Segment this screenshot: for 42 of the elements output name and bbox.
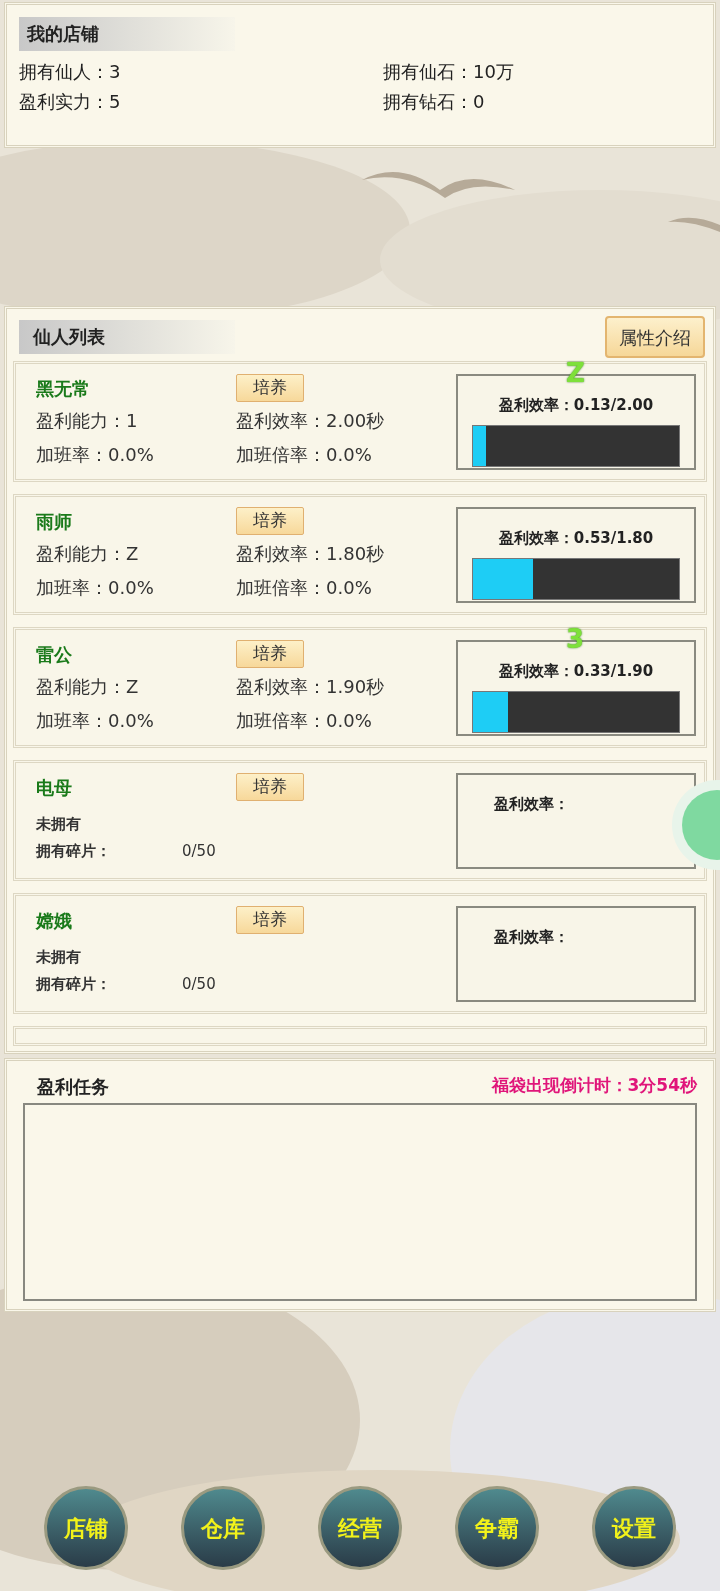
train-button[interactable]: 培养 (236, 374, 304, 402)
shards-count: 0/50 (182, 840, 216, 862)
train-button[interactable]: 培养 (236, 773, 304, 801)
efficiency-label: 盈利效率： (494, 927, 569, 948)
train-button[interactable]: 培养 (236, 507, 304, 535)
shards-count: 0/50 (182, 973, 216, 995)
stat-text: 盈利效率：1.80秒 (236, 542, 386, 566)
shop-stat: 拥有仙人：3 (19, 60, 122, 84)
shop-stat: 拥有仙石：10万 (383, 60, 515, 84)
stat-text: 加班率：0.0% (36, 576, 155, 600)
stat-text: 加班倍率：0.0% (236, 709, 373, 733)
attribute-info-button[interactable]: 属性介绍 (605, 316, 705, 358)
immortal-name: 嫦娥 (36, 908, 73, 933)
stat-text: 盈利能力：Z (36, 675, 140, 699)
train-button[interactable]: 培养 (236, 906, 304, 934)
section-title: 仙人列表 (19, 320, 235, 354)
stat-text: 加班率：0.0% (36, 443, 155, 467)
shards-label: 拥有碎片： (36, 840, 112, 862)
train-button[interactable]: 培养 (236, 640, 304, 668)
efficiency-label: 盈利效率： (494, 794, 569, 815)
ownership-status: 未拥有 (36, 947, 82, 968)
section-title: 盈利任务 (37, 1074, 109, 1099)
stat-text: 加班率：0.0% (36, 709, 155, 733)
immortal-name: 雨师 (36, 509, 73, 534)
ownership-status: 未拥有 (36, 814, 82, 835)
stat-text: 盈利效率：1.90秒 (236, 675, 386, 699)
stat-text: 盈利效率：2.00秒 (236, 409, 386, 433)
section-title: 我的店铺 (19, 17, 235, 51)
stat-text: 加班倍率：0.0% (236, 443, 373, 467)
stat-text: 加班倍率：0.0% (236, 576, 373, 600)
efficiency-label: 盈利效率：0.33/1.90 (498, 661, 654, 682)
efficiency-label: 盈利效率：0.53/1.80 (498, 528, 654, 549)
stat-text: 盈利能力：1 (36, 409, 139, 433)
immortal-name: 电母 (36, 775, 73, 800)
countdown-text: 福袋出现倒计时：3分54秒 (491, 1074, 697, 1098)
shop-stat: 盈利实力：5 (19, 90, 122, 114)
stat-text: 盈利能力：Z (36, 542, 140, 566)
immortal-name: 黑无常 (36, 376, 91, 401)
immortal-name: 雷公 (36, 642, 73, 667)
shop-stat: 拥有钻石：0 (383, 90, 486, 114)
efficiency-label: 盈利效率：0.13/2.00 (498, 395, 654, 416)
shards-label: 拥有碎片： (36, 973, 112, 995)
